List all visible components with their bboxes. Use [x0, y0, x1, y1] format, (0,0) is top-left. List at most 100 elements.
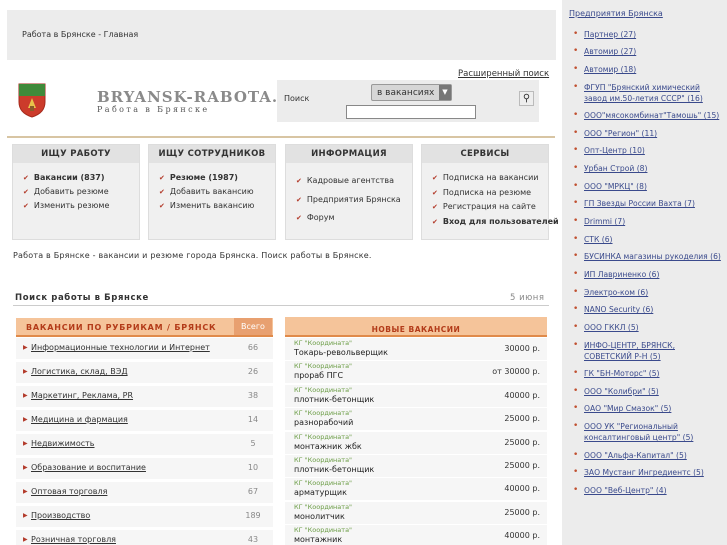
company-link[interactable]: NANO Security (6): [584, 305, 653, 314]
company-item[interactable]: Автомир (18): [573, 64, 725, 75]
bryansk-coat-of-arms-icon[interactable]: [17, 82, 47, 118]
company-item[interactable]: Опт-Центр (10): [573, 145, 725, 156]
company-link[interactable]: ЗАО Мустанг Ингредиентс (5): [584, 468, 704, 477]
company-item[interactable]: ООО "Альфа-Капитал" (5): [573, 450, 725, 461]
company-item[interactable]: Автомир (27): [573, 46, 725, 57]
company-item[interactable]: ЗАО Мустанг Ингредиентс (5): [573, 467, 725, 478]
company-item[interactable]: ООО ГККЛ (5): [573, 322, 725, 333]
company-link[interactable]: ГП Звезды России Вахта (7): [584, 199, 695, 208]
search-scope-select[interactable]: в вакансиях ▼: [371, 84, 452, 101]
menu-item[interactable]: ✔ Предприятия Брянска: [296, 191, 412, 210]
company-link[interactable]: Автомир (18): [584, 65, 636, 74]
company-link[interactable]: БУСИНКА магазины рукоделия (6): [584, 252, 721, 261]
company-link[interactable]: ООО "Альфа-Капитал" (5): [584, 451, 687, 460]
menu-item[interactable]: ✔ Форум: [296, 209, 412, 228]
menu-item[interactable]: ✔ Изменить вакансию: [159, 199, 275, 213]
job-row[interactable]: КГ "Координата" прораб ПГС от 30000 р.: [285, 361, 547, 385]
category-link[interactable]: Медицина и фармация: [31, 415, 128, 424]
company-item[interactable]: ООО "Веб-Центр" (4): [573, 485, 725, 496]
company-item[interactable]: ООО"мясокомбинат"Тамошь" (15): [573, 110, 725, 121]
company-item[interactable]: ГП Звезды России Вахта (7): [573, 198, 725, 209]
job-title[interactable]: плотник-бетонщик: [294, 465, 374, 474]
job-row[interactable]: КГ "Координата" плотник-бетонщик 40000 р.: [285, 384, 547, 408]
company-item[interactable]: Урбан Строй (8): [573, 163, 725, 174]
job-row[interactable]: КГ "Координата" разнорабочий 25000 р.: [285, 408, 547, 432]
company-item[interactable]: БУСИНКА магазины рукоделия (6): [573, 251, 725, 262]
company-item[interactable]: СТК (6): [573, 234, 725, 245]
job-title[interactable]: монолитчик: [294, 512, 345, 521]
job-title[interactable]: разнорабочий: [294, 418, 353, 427]
company-link[interactable]: Drimmi (7): [584, 217, 625, 226]
magnifier-icon[interactable]: ⚲: [519, 91, 534, 106]
company-link[interactable]: ООО "Веб-Центр" (4): [584, 486, 667, 495]
advanced-search-link[interactable]: Расширенный поиск: [458, 69, 549, 79]
company-link[interactable]: СТК (6): [584, 235, 613, 244]
company-link[interactable]: ИП Лавриненко (6): [584, 270, 659, 279]
menu-item[interactable]: ✔ Регистрация на сайте: [432, 200, 548, 215]
job-company: КГ "Координата": [294, 479, 353, 488]
company-link[interactable]: ООО "Колибри" (5): [584, 387, 659, 396]
category-link[interactable]: Логистика, склад, ВЭД: [31, 367, 128, 376]
company-link[interactable]: Автомир (27): [584, 47, 636, 56]
category-link[interactable]: Образование и воспитание: [31, 463, 146, 472]
company-link[interactable]: ФГУП "Брянский химический завод им.50-ле…: [584, 83, 703, 103]
company-item[interactable]: Партнер (27): [573, 29, 725, 40]
chevron-down-icon[interactable]: ▼: [439, 85, 451, 100]
company-link[interactable]: ОАО "Мир Смазок" (5): [584, 404, 671, 413]
category-link[interactable]: Розничная торговля: [31, 535, 116, 544]
menu-item[interactable]: ✔ Подписка на резюме: [432, 186, 548, 201]
menu-item[interactable]: ✔ Изменить резюме: [23, 199, 139, 213]
menu-item[interactable]: ✔ Добавить вакансию: [159, 185, 275, 199]
company-link[interactable]: Урбан Строй (8): [584, 164, 647, 173]
company-link[interactable]: ГК "БН-Моторс" (5): [584, 369, 660, 378]
site-logo[interactable]: BRYANSK-RABOTA.RU: [97, 88, 306, 106]
category-link[interactable]: Маркетинг, Реклама, PR: [31, 391, 133, 400]
menu-item[interactable]: ✔ Добавить резюме: [23, 185, 139, 199]
company-item[interactable]: ИНФО-ЦЕНТР, БРЯНСК, СОВЕТСКИЙ Р-Н (5): [573, 340, 725, 362]
company-link[interactable]: Электро-ком (6): [584, 288, 648, 297]
job-title[interactable]: прораб ПГС: [294, 371, 343, 380]
company-item[interactable]: ФГУП "Брянский химический завод им.50-ле…: [573, 82, 725, 104]
job-row[interactable]: КГ "Координата" Токарь-револьверщик 30000 …: [285, 338, 547, 361]
company-link[interactable]: Опт-Центр (10): [584, 146, 645, 155]
search-panel: Поиск в вакансиях ▼ ⚲: [277, 80, 539, 122]
job-title[interactable]: Токарь-револьверщик: [294, 348, 388, 357]
menu-item[interactable]: ✔ Кадровые агентства: [296, 172, 412, 191]
company-item[interactable]: ООО "Регион" (11): [573, 128, 725, 139]
company-item[interactable]: Drimmi (7): [573, 216, 725, 227]
company-link[interactable]: ИНФО-ЦЕНТР, БРЯНСК, СОВЕТСКИЙ Р-Н (5): [584, 341, 675, 361]
menu-item[interactable]: ✔ Вход для пользователей: [432, 215, 559, 230]
job-title[interactable]: арматурщик: [294, 488, 347, 497]
search-input[interactable]: [346, 105, 476, 119]
menu-item[interactable]: ✔ Вакансии (837): [23, 171, 139, 185]
menu-item[interactable]: ✔ Резюме (1987): [159, 171, 275, 185]
company-link[interactable]: ООО"мясокомбинат"Тамошь" (15): [584, 111, 719, 120]
company-item[interactable]: ИП Лавриненко (6): [573, 269, 725, 280]
job-row[interactable]: КГ "Координата" плотник-бетонщик 25000 р.: [285, 455, 547, 478]
company-link[interactable]: Партнер (27): [584, 30, 636, 39]
company-item[interactable]: ООО "МРКЦ" (8): [573, 181, 725, 192]
job-row[interactable]: КГ "Координата" монтажник 40000 р.: [285, 525, 547, 545]
company-item[interactable]: NANO Security (6): [573, 304, 725, 315]
company-link[interactable]: ООО УК "Региональный консалтинговый цент…: [584, 422, 693, 442]
company-link[interactable]: ООО "Регион" (11): [584, 129, 657, 138]
job-title[interactable]: монтажник жбк: [294, 442, 362, 451]
job-row[interactable]: КГ "Координата" монтажник жбк 25000 р.: [285, 431, 547, 455]
company-item[interactable]: ОАО "Мир Смазок" (5): [573, 403, 725, 414]
category-link[interactable]: Недвижимость: [31, 439, 95, 448]
category-link[interactable]: Информационные технологии и Интернет: [31, 343, 210, 352]
company-item[interactable]: ООО "Колибри" (5): [573, 386, 725, 397]
category-link[interactable]: Производство: [31, 511, 90, 520]
company-item[interactable]: ООО УК "Региональный консалтинговый цент…: [573, 421, 725, 443]
job-row[interactable]: КГ "Координата" арматурщик 40000 р.: [285, 478, 547, 502]
category-link[interactable]: Оптовая торговля: [31, 487, 107, 496]
job-row[interactable]: КГ "Координата" монолитчик 25000 р.: [285, 501, 547, 525]
sidebar-title[interactable]: Предприятия Брянска: [569, 9, 663, 18]
menu-item[interactable]: ✔ Подписка на вакансии: [432, 171, 548, 186]
job-title[interactable]: плотник-бетонщик: [294, 395, 374, 404]
company-link[interactable]: ООО "МРКЦ" (8): [584, 182, 647, 191]
company-item[interactable]: ГК "БН-Моторс" (5): [573, 368, 725, 379]
company-link[interactable]: ООО ГККЛ (5): [584, 323, 639, 332]
job-title[interactable]: монтажник: [294, 535, 342, 544]
company-item[interactable]: Электро-ком (6): [573, 287, 725, 298]
